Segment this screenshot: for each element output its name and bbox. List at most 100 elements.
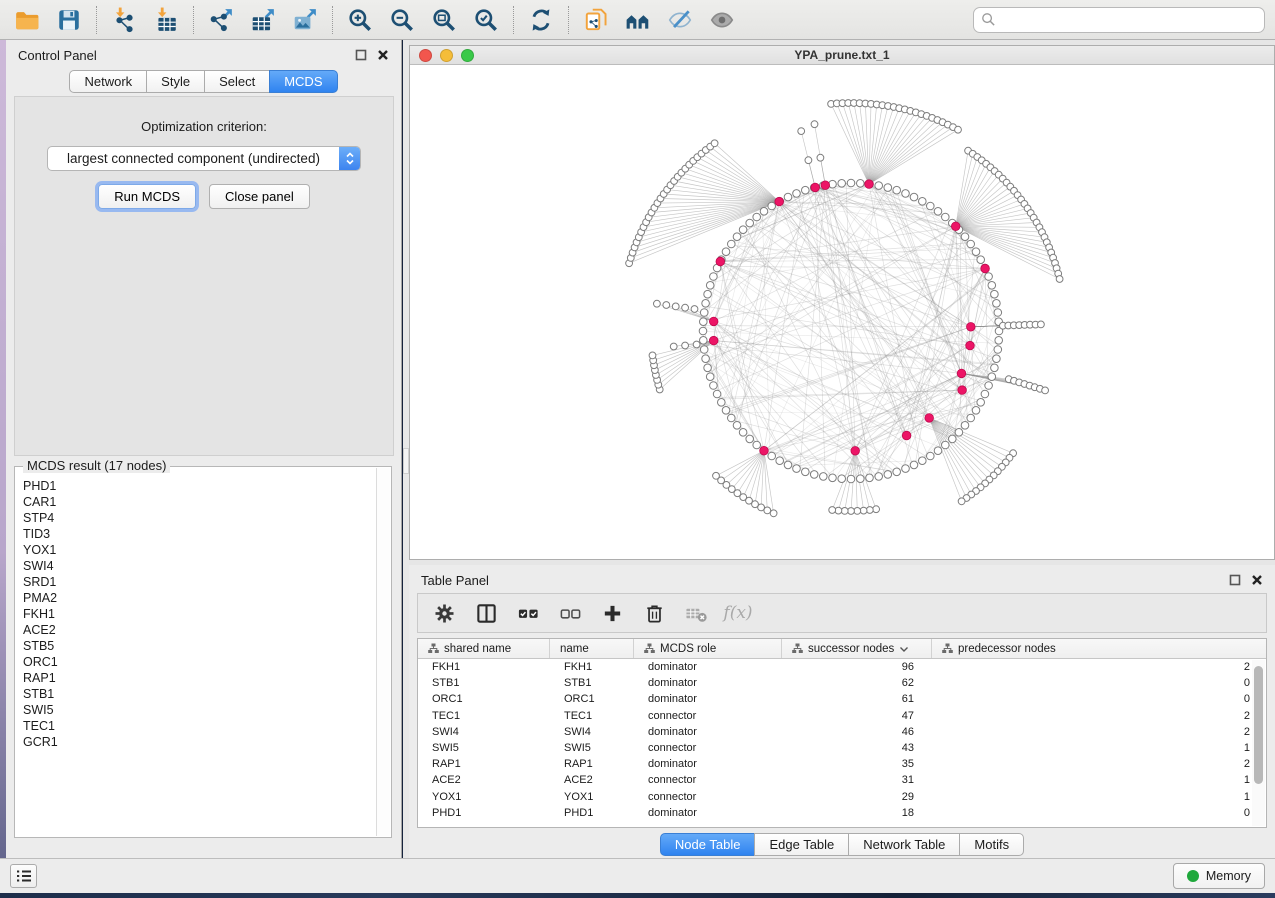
table-cell: 1 xyxy=(932,742,1266,754)
network-canvas[interactable] xyxy=(410,65,1274,559)
close-panel-icon[interactable] xyxy=(377,49,389,61)
table-cell: 2 xyxy=(932,726,1266,738)
close-panel-icon[interactable] xyxy=(1251,574,1263,586)
table-tabs-wrap: Node TableEdge TableNetwork TableMotifs xyxy=(409,833,1275,856)
table-scrollbar[interactable] xyxy=(1252,660,1265,826)
mcds-result-scrollbar[interactable] xyxy=(376,468,390,836)
mcds-result-item[interactable]: STB1 xyxy=(23,686,376,702)
tab-edge-table[interactable]: Edge Table xyxy=(754,833,849,856)
mcds-result-item[interactable]: SWI5 xyxy=(23,702,376,718)
zoom-in-button[interactable] xyxy=(343,4,377,36)
column-header-MCDS-role[interactable]: MCDS role xyxy=(634,639,782,658)
column-selector-button[interactable] xyxy=(468,596,504,630)
column-header-successor-nodes[interactable]: successor nodes xyxy=(782,639,932,658)
mcds-result-item[interactable]: CAR1 xyxy=(23,494,376,510)
table-row[interactable]: SWI5SWI5connector431 xyxy=(418,740,1266,756)
table-row[interactable]: PHD1PHD1dominator180 xyxy=(418,805,1266,821)
delete-column-button[interactable] xyxy=(636,596,672,630)
maximize-window-icon[interactable] xyxy=(461,49,474,62)
table-row[interactable]: FKH1FKH1dominator962 xyxy=(418,659,1266,675)
export-image-button[interactable] xyxy=(288,4,322,36)
toolbar-group xyxy=(524,4,558,36)
mcds-result-item[interactable]: SRD1 xyxy=(23,574,376,590)
mcds-result-item[interactable]: SWI4 xyxy=(23,558,376,574)
table-cell: TEC1 xyxy=(418,710,550,722)
zoom-fit-button[interactable] xyxy=(427,4,461,36)
table-cell: 61 xyxy=(782,693,932,705)
criterion-dropdown[interactable]: largest connected component (undirected) xyxy=(47,146,361,171)
zoom-selected-button[interactable] xyxy=(469,4,503,36)
mcds-result-item[interactable]: YOX1 xyxy=(23,542,376,558)
float-panel-icon[interactable] xyxy=(355,49,367,61)
network-window-titlebar[interactable]: YPA_prune.txt_1 xyxy=(410,46,1274,65)
add-column-button[interactable] xyxy=(594,596,630,630)
table-options-button[interactable] xyxy=(426,596,462,630)
save-session-button[interactable] xyxy=(52,4,86,36)
window-traffic-lights xyxy=(419,49,474,62)
mcds-result-item[interactable]: PHD1 xyxy=(23,478,376,494)
clone-network-button[interactable] xyxy=(579,4,613,36)
mcds-result-item[interactable]: STB5 xyxy=(23,638,376,654)
refresh-button[interactable] xyxy=(524,4,558,36)
mcds-result-item[interactable]: FKH1 xyxy=(23,606,376,622)
table-cell: TEC1 xyxy=(550,710,634,722)
open-file-button[interactable] xyxy=(10,4,44,36)
zoom-out-button[interactable] xyxy=(385,4,419,36)
tab-mcds[interactable]: MCDS xyxy=(269,70,337,93)
mcds-result-item[interactable]: GCR1 xyxy=(23,734,376,750)
table-cell: 0 xyxy=(932,807,1266,819)
export-network-button[interactable] xyxy=(204,4,238,36)
table-body: FKH1FKH1dominator962STB1STB1dominator620… xyxy=(418,659,1266,821)
search-box[interactable] xyxy=(973,7,1265,33)
mcds-result-item[interactable]: TEC1 xyxy=(23,718,376,734)
close-window-icon[interactable] xyxy=(419,49,432,62)
import-network-button[interactable] xyxy=(107,4,141,36)
mcds-result-item[interactable]: TID3 xyxy=(23,526,376,542)
hide-selected-button[interactable] xyxy=(663,4,697,36)
table-row[interactable]: STB1STB1dominator620 xyxy=(418,675,1266,691)
memory-status-icon xyxy=(1187,870,1199,882)
tab-select[interactable]: Select xyxy=(204,70,270,93)
table-row[interactable]: ORC1ORC1dominator610 xyxy=(418,691,1266,707)
tab-motifs[interactable]: Motifs xyxy=(959,833,1024,856)
memory-button[interactable]: Memory xyxy=(1173,863,1265,889)
table-row[interactable]: SWI4SWI4dominator462 xyxy=(418,724,1266,740)
mcds-result-item[interactable]: ACE2 xyxy=(23,622,376,638)
panel-menu-button[interactable] xyxy=(10,864,37,888)
table-row[interactable]: YOX1YOX1connector291 xyxy=(418,789,1266,805)
column-header-predecessor-nodes[interactable]: predecessor nodes xyxy=(932,639,1266,658)
toolbar-group xyxy=(107,4,183,36)
export-table-button[interactable] xyxy=(246,4,280,36)
tab-style[interactable]: Style xyxy=(146,70,205,93)
mcds-result-groupbox: MCDS result (17 nodes) PHD1CAR1STP4TID3Y… xyxy=(14,466,392,838)
search-input[interactable] xyxy=(1001,12,1257,27)
import-table-button[interactable] xyxy=(149,4,183,36)
float-panel-icon[interactable] xyxy=(1229,574,1241,586)
deselect-all-rows-button[interactable] xyxy=(552,596,588,630)
column-header-name[interactable]: name xyxy=(550,639,634,658)
column-header-shared-name[interactable]: shared name xyxy=(418,639,550,658)
select-all-rows-button[interactable] xyxy=(510,596,546,630)
mcds-result-item[interactable]: PMA2 xyxy=(23,590,376,606)
first-neighbors-button[interactable] xyxy=(621,4,655,36)
tab-network-table[interactable]: Network Table xyxy=(848,833,960,856)
table-cell: dominator xyxy=(634,677,782,689)
control-panel-header: Control Panel xyxy=(6,40,401,70)
mcds-result-item[interactable]: ORC1 xyxy=(23,654,376,670)
table-row[interactable]: ACE2ACE2connector311 xyxy=(418,772,1266,788)
column-label: name xyxy=(560,643,589,655)
table-row[interactable]: RAP1RAP1dominator352 xyxy=(418,756,1266,772)
table-row[interactable]: TEC1TEC1connector472 xyxy=(418,708,1266,724)
mcds-result-item[interactable]: RAP1 xyxy=(23,670,376,686)
table-cell: connector xyxy=(634,742,782,754)
close-panel-button[interactable]: Close panel xyxy=(209,184,310,209)
table-scrollbar-thumb[interactable] xyxy=(1254,666,1263,784)
minimize-window-icon[interactable] xyxy=(440,49,453,62)
tab-node-table[interactable]: Node Table xyxy=(660,833,756,856)
mcds-result-item[interactable]: STP4 xyxy=(23,510,376,526)
tab-network[interactable]: Network xyxy=(69,70,147,93)
show-all-button[interactable] xyxy=(705,4,739,36)
run-mcds-button[interactable]: Run MCDS xyxy=(98,184,196,209)
mcds-result-list[interactable]: PHD1CAR1STP4TID3YOX1SWI4SRD1PMA2FKH1ACE2… xyxy=(16,468,376,836)
control-panel: Control Panel NetworkStyleSelectMCDS Opt… xyxy=(6,40,402,858)
